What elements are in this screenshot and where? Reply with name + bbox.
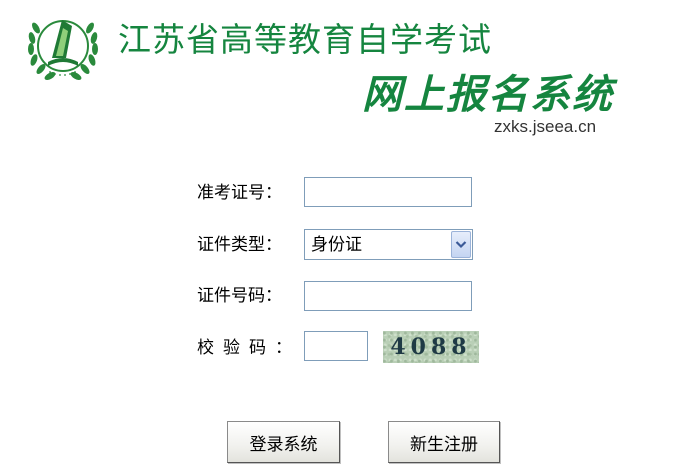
page-subtitle: 网上报名系统 xyxy=(362,72,614,118)
site-url-text: zxks.jseea.cn xyxy=(494,117,597,136)
exam-number-input[interactable] xyxy=(304,177,472,207)
id-number-label: 证件号码： xyxy=(197,286,282,306)
captcha-input[interactable] xyxy=(304,331,368,361)
page-title: 江苏省高等教育自学考试 xyxy=(118,20,492,59)
dropdown-arrow-button[interactable] xyxy=(451,231,471,258)
id-number-input[interactable] xyxy=(304,281,472,311)
register-button[interactable]: 新生注册 xyxy=(388,421,500,463)
captcha-label: 校验码： xyxy=(197,338,301,358)
logo-emblem-icon xyxy=(28,20,98,80)
captcha-image[interactable]: 4088 xyxy=(383,331,479,363)
exam-number-label: 准考证号： xyxy=(197,183,282,203)
login-button[interactable]: 登录系统 xyxy=(227,421,340,463)
id-type-select[interactable]: 身份证 xyxy=(304,229,473,260)
id-type-selected-value: 身份证 xyxy=(311,235,362,255)
chevron-down-icon xyxy=(455,241,467,249)
login-page: 江苏省高等教育自学考试 网上报名系统 zxks.jseea.cn 准考证号： 证… xyxy=(0,0,700,470)
id-type-label: 证件类型： xyxy=(197,235,282,255)
captcha-code-text: 4088 xyxy=(390,334,472,360)
